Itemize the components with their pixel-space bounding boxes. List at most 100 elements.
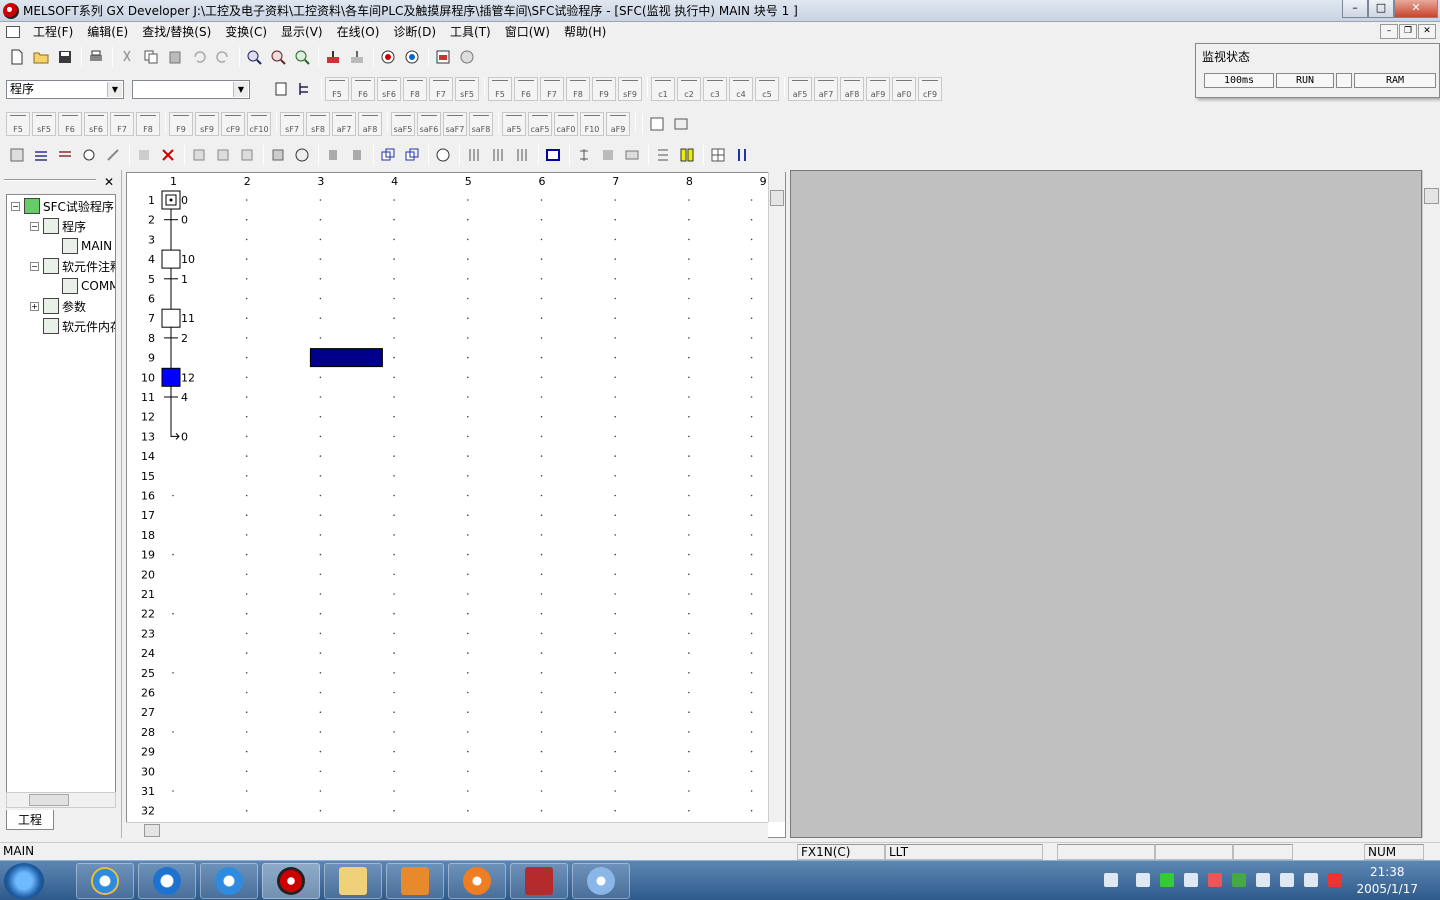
menu-help[interactable]: 帮助(H) bbox=[557, 22, 613, 42]
sfc-key-14[interactable]: c3 bbox=[703, 77, 727, 101]
volume-tray-icon[interactable] bbox=[1256, 873, 1270, 887]
block-combo[interactable]: ▼ bbox=[132, 79, 250, 99]
open-folder-icon[interactable] bbox=[30, 46, 52, 68]
ladder-key-14[interactable]: saF5 bbox=[391, 112, 415, 136]
cut-icon[interactable] bbox=[116, 46, 138, 68]
network-tray-icon[interactable] bbox=[1280, 873, 1294, 887]
entry-data-monitor-icon[interactable] bbox=[456, 46, 478, 68]
ladder-key-15[interactable]: saF6 bbox=[417, 112, 441, 136]
ladder-key-21[interactable]: F10 bbox=[580, 112, 604, 136]
document-icon[interactable] bbox=[6, 26, 20, 38]
app-red-taskbar-button[interactable] bbox=[510, 863, 568, 899]
sfc-key-0[interactable]: F5 bbox=[325, 77, 349, 101]
device-batch-icon[interactable] bbox=[432, 46, 454, 68]
tool-24-icon[interactable] bbox=[621, 144, 643, 166]
read-plc-icon[interactable] bbox=[346, 46, 368, 68]
ladder-key-9[interactable]: cF10 bbox=[247, 112, 271, 136]
expand-toggle-icon[interactable]: − bbox=[30, 261, 39, 271]
sfc-key-8[interactable]: F7 bbox=[540, 77, 564, 101]
menu-find-replace[interactable]: 查找/替换(S) bbox=[135, 22, 218, 42]
tool-22-icon[interactable] bbox=[573, 144, 595, 166]
expand-toggle-icon[interactable]: − bbox=[11, 201, 20, 211]
sfc-key-1[interactable]: F6 bbox=[351, 77, 375, 101]
ladder-key-0[interactable]: F5 bbox=[6, 112, 30, 136]
tool-17-icon[interactable] bbox=[432, 144, 454, 166]
tool-27-icon[interactable] bbox=[707, 144, 729, 166]
tray-icon-2[interactable] bbox=[1136, 873, 1150, 887]
main-vscrollbar[interactable] bbox=[1422, 170, 1440, 838]
tray-icon-10[interactable] bbox=[1328, 873, 1342, 887]
tree-node-6[interactable]: 软元件内存 bbox=[30, 317, 115, 335]
ladder-key-20[interactable]: caF0 bbox=[554, 112, 578, 136]
ladder-key-4[interactable]: F7 bbox=[110, 112, 134, 136]
ladder-key-10[interactable]: sF7 bbox=[280, 112, 304, 136]
tool-11-icon[interactable] bbox=[267, 144, 289, 166]
tool-18-icon[interactable] bbox=[463, 144, 485, 166]
tray-icon-3[interactable] bbox=[1160, 873, 1174, 887]
gx-developer-taskbar-button[interactable] bbox=[262, 863, 320, 899]
sfc-key-13[interactable]: c2 bbox=[677, 77, 701, 101]
tree-node-4[interactable]: COMMENT bbox=[49, 277, 115, 295]
tray-icon-4[interactable] bbox=[1184, 873, 1198, 887]
monitor-write-icon[interactable] bbox=[401, 46, 423, 68]
menu-edit[interactable]: 编辑(E) bbox=[80, 22, 135, 42]
minimize-button[interactable]: – bbox=[1342, 0, 1368, 18]
tool-9-icon[interactable] bbox=[212, 144, 234, 166]
close-icon[interactable]: ✕ bbox=[104, 175, 114, 189]
tool-23-icon[interactable] bbox=[597, 144, 619, 166]
undo-icon[interactable] bbox=[188, 46, 210, 68]
new-file-icon[interactable] bbox=[6, 46, 28, 68]
ladder-key-2[interactable]: F6 bbox=[58, 112, 82, 136]
ladder-key-18[interactable]: aF5 bbox=[502, 112, 526, 136]
ladder-key-16[interactable]: saF7 bbox=[443, 112, 467, 136]
tool-16-icon[interactable] bbox=[401, 144, 423, 166]
sfc-key-17[interactable]: aF5 bbox=[788, 77, 812, 101]
ladder-key-11[interactable]: sF8 bbox=[306, 112, 330, 136]
tool-14-icon[interactable] bbox=[346, 144, 368, 166]
sfc-key-5[interactable]: sF5 bbox=[455, 77, 479, 101]
ladder-key-8[interactable]: cF9 bbox=[221, 112, 245, 136]
sfc-key-19[interactable]: aF8 bbox=[840, 77, 864, 101]
tool-20-icon[interactable] bbox=[511, 144, 533, 166]
tool-15-icon[interactable] bbox=[377, 144, 399, 166]
paste-icon[interactable] bbox=[164, 46, 186, 68]
ladder-key-19[interactable]: caF5 bbox=[528, 112, 552, 136]
sfc-key-21[interactable]: aF0 bbox=[892, 77, 916, 101]
menu-diagnostics[interactable]: 诊断(D) bbox=[386, 22, 443, 42]
tool-8-icon[interactable] bbox=[188, 144, 210, 166]
ie-taskbar-button[interactable] bbox=[76, 863, 134, 899]
pdf-taskbar-button[interactable] bbox=[386, 863, 444, 899]
sfc-key-11[interactable]: sF9 bbox=[618, 77, 642, 101]
sfc-key-9[interactable]: F8 bbox=[566, 77, 590, 101]
keyboard-tray-icon[interactable] bbox=[1104, 873, 1118, 887]
expand-toggle-icon[interactable]: − bbox=[30, 221, 39, 231]
explorer-taskbar-button[interactable] bbox=[324, 863, 382, 899]
tool-1-icon[interactable] bbox=[6, 144, 28, 166]
mdi-restore-button[interactable]: ❐ bbox=[1399, 24, 1417, 39]
ladder-key-22[interactable]: aF9 bbox=[606, 112, 630, 136]
menu-online[interactable]: 在线(O) bbox=[330, 22, 387, 42]
tool-7-icon[interactable] bbox=[157, 144, 179, 166]
paint-taskbar-button[interactable] bbox=[572, 863, 630, 899]
monitor-mode-icon[interactable] bbox=[377, 46, 399, 68]
sfc-hscrollbar[interactable] bbox=[126, 822, 768, 838]
print-icon[interactable] bbox=[85, 46, 107, 68]
ladder-key-13[interactable]: aF8 bbox=[358, 112, 382, 136]
tree-node-3[interactable]: − 软元件注释 bbox=[30, 257, 115, 275]
ladder-key-6[interactable]: F9 bbox=[169, 112, 193, 136]
tree-node-0[interactable]: − SFC试验程序 bbox=[11, 197, 114, 215]
tool-13-icon[interactable] bbox=[322, 144, 344, 166]
find-contact-icon[interactable] bbox=[291, 46, 313, 68]
sfc-key-4[interactable]: F7 bbox=[429, 77, 453, 101]
chevron-down-icon[interactable]: ▼ bbox=[233, 81, 248, 97]
sfc-key-6[interactable]: F5 bbox=[488, 77, 512, 101]
sfc-key-2[interactable]: sF6 bbox=[377, 77, 401, 101]
tool-28-icon[interactable] bbox=[731, 144, 753, 166]
tab-project[interactable]: 工程 bbox=[6, 810, 54, 830]
sfc-tree-icon[interactable] bbox=[294, 78, 316, 100]
ie2-taskbar-button[interactable] bbox=[200, 863, 258, 899]
chevron-down-icon[interactable]: ▼ bbox=[107, 81, 122, 97]
menu-window[interactable]: 窗口(W) bbox=[498, 22, 557, 42]
sfc-key-22[interactable]: cF9 bbox=[918, 77, 942, 101]
tree-node-5[interactable]: + 参数 bbox=[30, 297, 86, 315]
